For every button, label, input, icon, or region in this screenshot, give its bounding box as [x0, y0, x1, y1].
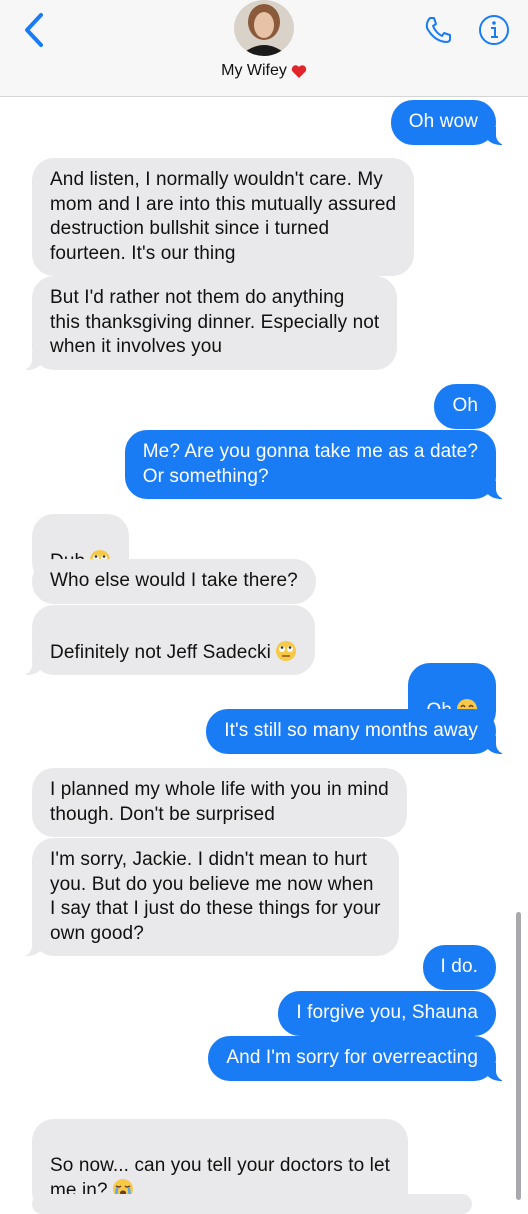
message-text: Who else would I take there?: [50, 570, 298, 591]
message-text: It's still so many months away: [224, 720, 478, 741]
message-text: I forgive you, Shauna: [296, 1002, 478, 1023]
info-icon: [479, 15, 509, 45]
message-text: And listen, I normally wouldn't care. My…: [50, 169, 397, 264]
avatar[interactable]: [234, 0, 294, 56]
message-outgoing[interactable]: It's still so many months away: [206, 709, 510, 754]
message-incoming[interactable]: I'm sorry, Jackie. I didn't mean to hurt…: [18, 838, 399, 956]
phone-icon: [425, 17, 451, 43]
chevron-left-icon: [25, 13, 43, 47]
message-text: Me? Are you gonna take me as a date? Or …: [142, 441, 478, 487]
message-incoming[interactable]: But I'd rather not them do anything this…: [17, 276, 398, 370]
contact-name-label: My Wifey: [221, 62, 287, 79]
scrollbar[interactable]: [516, 912, 521, 1200]
message-incoming[interactable]: I planned my whole life with you in mind…: [32, 768, 407, 837]
phone-button[interactable]: [418, 10, 458, 50]
message-text: But I'd rather not them do anything this…: [50, 287, 380, 357]
message-text: I do.: [440, 956, 478, 977]
message-text: I'm sorry, Jackie. I didn't mean to hurt…: [50, 849, 381, 944]
message-incoming[interactable]: Who else would I take there?: [32, 559, 316, 604]
message-outgoing[interactable]: Oh wow: [390, 100, 511, 145]
message-text: I planned my whole life with you in mind…: [50, 779, 389, 825]
message-text: Oh: [452, 395, 478, 416]
message-outgoing[interactable]: Me? Are you gonna take me as a date? Or …: [124, 430, 511, 499]
heart-icon: [291, 64, 307, 78]
message-text: Oh wow: [408, 111, 478, 132]
message-text: Definitely not Jeff Sadecki: [50, 641, 271, 663]
message-outgoing[interactable]: I forgive you, Shauna: [278, 991, 496, 1036]
message-outgoing[interactable]: And I'm sorry for overreacting: [208, 1036, 510, 1081]
contact-name[interactable]: My Wifey: [0, 62, 528, 80]
message-text: And I'm sorry for overreacting: [226, 1047, 478, 1068]
back-button[interactable]: [14, 10, 54, 50]
message-outgoing[interactable]: Oh: [434, 384, 496, 429]
eye-roll-emoji-icon: [275, 640, 296, 661]
info-button[interactable]: [474, 10, 514, 50]
message-incoming[interactable]: Definitely not Jeff Sadecki: [18, 605, 315, 675]
message-incoming-partial[interactable]: [32, 1194, 472, 1214]
message-outgoing[interactable]: I do.: [422, 945, 496, 990]
conversation-header: My Wifey: [0, 0, 528, 97]
message-incoming[interactable]: And listen, I normally wouldn't care. My…: [32, 158, 415, 276]
